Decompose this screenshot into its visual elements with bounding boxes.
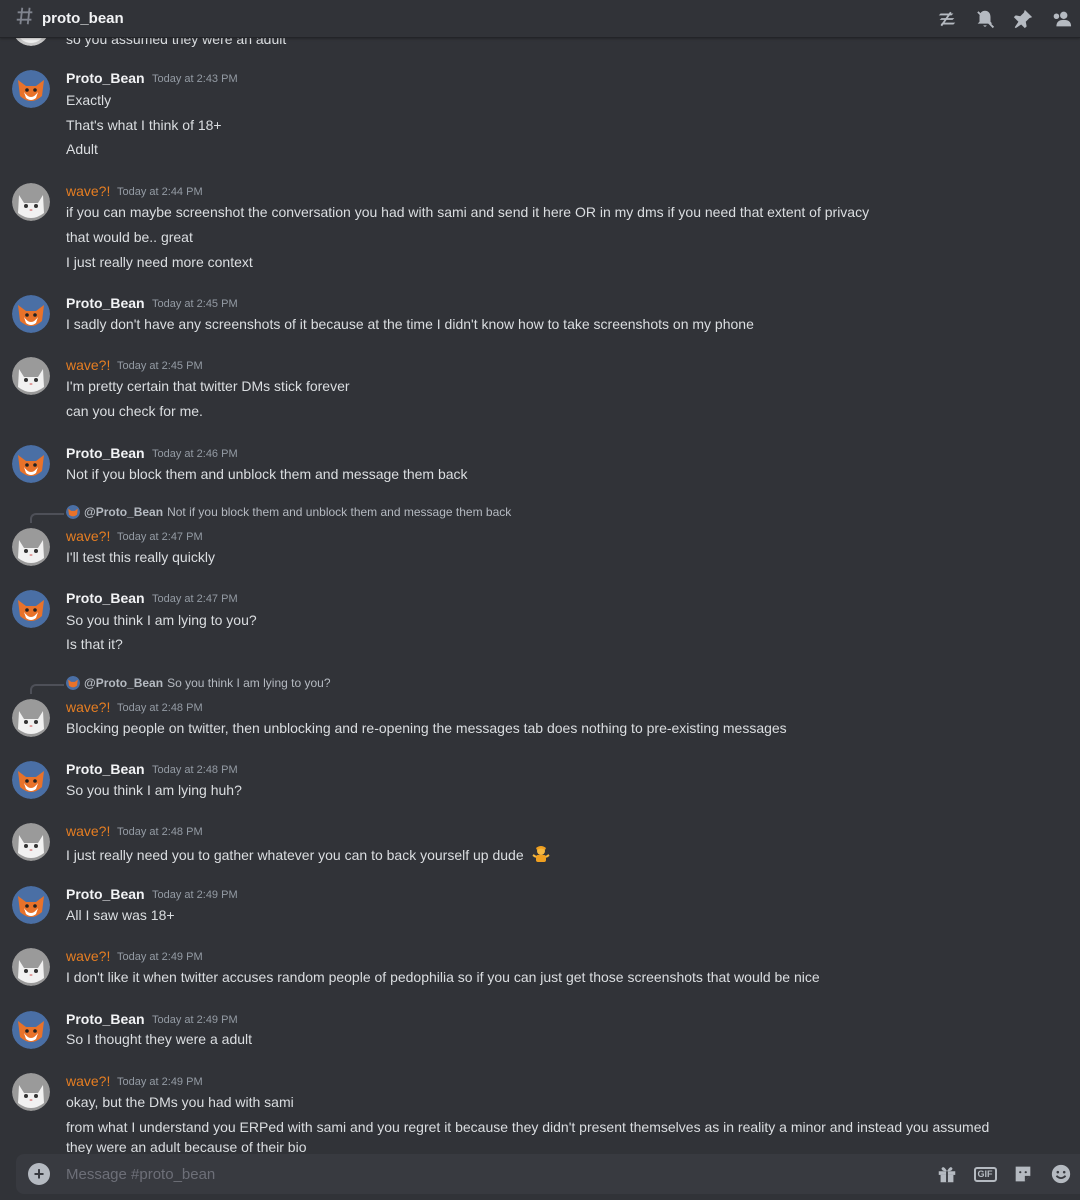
channel-name: proto_bean	[42, 10, 124, 27]
username[interactable]: wave?!	[66, 948, 110, 964]
members-icon[interactable]	[1042, 0, 1080, 38]
fox-avatar[interactable]	[12, 761, 50, 799]
cat-avatar[interactable]	[12, 528, 50, 566]
attach-plus-button[interactable]: +	[28, 1163, 50, 1185]
username[interactable]: Proto_Bean	[66, 445, 145, 461]
message-text: okay, but the DMs you had with sami	[66, 1094, 294, 1110]
message-text: So you think I am lying huh?	[66, 782, 242, 798]
fox-avatar	[66, 676, 80, 690]
message-text: Is that it?	[66, 636, 123, 652]
timestamp: Today at 2:45 PM	[152, 298, 238, 310]
cat-avatar[interactable]	[12, 823, 50, 861]
gif-label: GIF	[973, 1166, 997, 1182]
fox-avatar[interactable]	[12, 590, 50, 628]
fox-avatar	[66, 505, 80, 519]
timestamp: Today at 2:45 PM	[117, 360, 203, 372]
composer-toolbar: GIF	[928, 1154, 1080, 1194]
message-text-content: I just really need you to gather whateve…	[66, 847, 524, 863]
header-toolbar	[928, 0, 1080, 38]
username[interactable]: Proto_Bean	[66, 761, 145, 777]
reply-text: So you think I am lying to you?	[167, 676, 331, 690]
message-text: All I saw was 18+	[66, 907, 175, 923]
timestamp: Today at 2:49 PM	[117, 1076, 203, 1088]
emoji-icon[interactable]	[1042, 1154, 1080, 1194]
timestamp: Today at 2:48 PM	[152, 764, 238, 776]
pin-icon[interactable]	[1004, 0, 1042, 38]
cat-avatar[interactable]	[12, 183, 50, 221]
message-input[interactable]	[66, 1165, 886, 1183]
username[interactable]: Proto_Bean	[66, 1011, 145, 1027]
sticker-icon[interactable]	[1004, 1154, 1042, 1194]
message-text: I'm pretty certain that twitter DMs stic…	[66, 378, 350, 394]
notifications-muted-icon[interactable]	[966, 0, 1004, 38]
gift-icon[interactable]	[928, 1154, 966, 1194]
reply-spine	[30, 684, 64, 694]
username[interactable]: wave?!	[66, 1073, 110, 1089]
message-text: I don't like it when twitter accuses ran…	[66, 969, 820, 985]
fox-avatar[interactable]	[12, 295, 50, 333]
threads-icon[interactable]	[928, 0, 966, 38]
message-text: Exactly	[66, 92, 112, 108]
timestamp: Today at 2:47 PM	[117, 531, 203, 543]
message-text: So I thought they were a adult	[66, 1031, 253, 1047]
message-text: if you can maybe screenshot the conversa…	[66, 204, 870, 220]
message-text: I just really need you to gather whateve…	[66, 845, 550, 863]
message-text: from what I understand you ERPed with sa…	[66, 1119, 990, 1135]
channel-header: proto_bean	[0, 0, 1080, 38]
username[interactable]: wave?!	[66, 183, 110, 199]
timestamp: Today at 2:44 PM	[117, 186, 203, 198]
message-text: Adult	[66, 141, 98, 157]
timestamp: Today at 2:46 PM	[152, 448, 238, 460]
message-text: can you check for me.	[66, 403, 203, 419]
username[interactable]: wave?!	[66, 823, 110, 839]
timestamp: Today at 2:43 PM	[152, 73, 238, 85]
fox-avatar[interactable]	[12, 70, 50, 108]
username[interactable]: Proto_Bean	[66, 70, 145, 86]
username[interactable]: Proto_Bean	[66, 295, 145, 311]
username[interactable]: Proto_Bean	[66, 590, 145, 606]
fox-avatar[interactable]	[12, 1011, 50, 1049]
message-text: Blocking people on twitter, then unblock…	[66, 720, 787, 736]
reply-preview[interactable]: @Proto_Bean So you think I am lying to y…	[66, 676, 331, 690]
timestamp: Today at 2:49 PM	[152, 889, 238, 901]
reply-text: Not if you block them and unblock them a…	[167, 505, 512, 519]
person-shrugging-emoji	[531, 845, 550, 863]
reply-spine	[30, 513, 64, 523]
fox-avatar[interactable]	[12, 886, 50, 924]
message-text: I just really need more context	[66, 254, 253, 270]
reply-username[interactable]: @Proto_Bean	[84, 505, 163, 519]
reply-username[interactable]: @Proto_Bean	[84, 676, 163, 690]
cat-avatar[interactable]	[12, 357, 50, 395]
username[interactable]: wave?!	[66, 357, 110, 373]
timestamp: Today at 2:49 PM	[117, 951, 203, 963]
timestamp: Today at 2:47 PM	[152, 593, 238, 605]
username[interactable]: wave?!	[66, 699, 110, 715]
username[interactable]: Proto_Bean	[66, 886, 145, 902]
message-text: they were an adult because of their bio	[66, 1139, 307, 1155]
cat-avatar[interactable]	[12, 1073, 50, 1111]
message-text: Not if you block them and unblock them a…	[66, 466, 468, 482]
message-text: That's what I think of 18+	[66, 117, 222, 133]
message-text: that would be.. great	[66, 229, 193, 245]
cat-avatar[interactable]	[12, 948, 50, 986]
message-text: So you think I am lying to you?	[66, 612, 257, 628]
fox-avatar[interactable]	[12, 445, 50, 483]
username[interactable]: wave?!	[66, 528, 110, 544]
message-composer: + GIF	[16, 1154, 1080, 1194]
gif-button[interactable]: GIF	[966, 1154, 1004, 1194]
timestamp: Today at 2:48 PM	[117, 702, 203, 714]
cat-avatar[interactable]	[12, 699, 50, 737]
message-text: I'll test this really quickly	[66, 549, 215, 565]
message-text: I sadly don't have any screenshots of it…	[66, 316, 754, 332]
reply-preview[interactable]: @Proto_Bean Not if you block them and un…	[66, 505, 511, 519]
timestamp: Today at 2:48 PM	[117, 826, 203, 838]
channel-hash-icon	[14, 5, 36, 32]
timestamp: Today at 2:49 PM	[152, 1014, 238, 1026]
message-list: so you assumed they were an adult Proto_…	[0, 0, 1080, 1160]
